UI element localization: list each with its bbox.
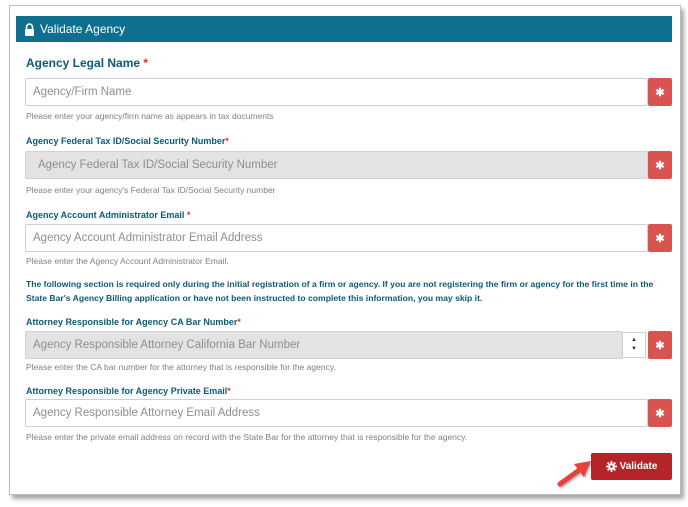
tax-id-help: Please enter your agency's Federal Tax I… bbox=[26, 185, 276, 195]
bar-number-input[interactable]: Agency Responsible Attorney California B… bbox=[25, 331, 623, 359]
private-email-help: Please enter the private email address o… bbox=[26, 432, 468, 442]
tax-id-label: Agency Federal Tax ID/Social Security Nu… bbox=[26, 136, 229, 146]
required-asterisk: * bbox=[227, 386, 231, 396]
legal-name-help: Please enter your agency/firm name as ap… bbox=[26, 111, 274, 121]
bar-number-help: Please enter the CA bar number for the a… bbox=[26, 362, 336, 372]
private-email-label: Attorney Responsible for Agency Private … bbox=[26, 386, 231, 396]
required-asterisk: * bbox=[225, 136, 229, 146]
legal-name-label: Agency Legal Name * bbox=[26, 56, 149, 70]
required-indicator-button[interactable]: ✱ bbox=[648, 151, 672, 179]
initial-registration-notice: The following section is required only d… bbox=[26, 279, 654, 303]
panel-header: Validate Agency bbox=[16, 16, 672, 42]
admin-email-help: Please enter the Agency Account Administ… bbox=[26, 256, 229, 266]
bar-number-label: Attorney Responsible for Agency CA Bar N… bbox=[26, 317, 241, 327]
validate-button[interactable]: Validate bbox=[591, 453, 672, 480]
panel-title: Validate Agency bbox=[40, 22, 126, 36]
required-indicator-button[interactable]: ✱ bbox=[648, 78, 672, 106]
gear-icon bbox=[605, 461, 617, 472]
tax-id-input[interactable]: Agency Federal Tax ID/Social Security Nu… bbox=[25, 151, 648, 179]
required-indicator-button[interactable]: ✱ bbox=[648, 224, 672, 252]
number-spinner[interactable]: ▲ ▼ bbox=[622, 332, 646, 358]
admin-email-input[interactable]: Agency Account Administrator Email Addre… bbox=[25, 224, 648, 252]
admin-email-label: Agency Account Administrator Email * bbox=[26, 210, 191, 220]
required-asterisk: * bbox=[143, 56, 149, 70]
required-indicator-button[interactable]: ✱ bbox=[648, 399, 672, 427]
lock-icon bbox=[25, 22, 34, 36]
spinner-up-icon[interactable]: ▲ bbox=[631, 336, 637, 345]
spinner-down-icon[interactable]: ▼ bbox=[631, 345, 637, 354]
required-asterisk: * bbox=[237, 317, 241, 327]
validate-label: Validate bbox=[619, 461, 658, 472]
required-indicator-button[interactable]: ✱ bbox=[648, 331, 672, 359]
private-email-input[interactable]: Agency Responsible Attorney Email Addres… bbox=[25, 399, 648, 427]
agency-name-input[interactable]: Agency/Firm Name bbox=[25, 78, 648, 106]
pointer-arrow-icon bbox=[557, 461, 591, 487]
required-asterisk: * bbox=[186, 210, 191, 220]
